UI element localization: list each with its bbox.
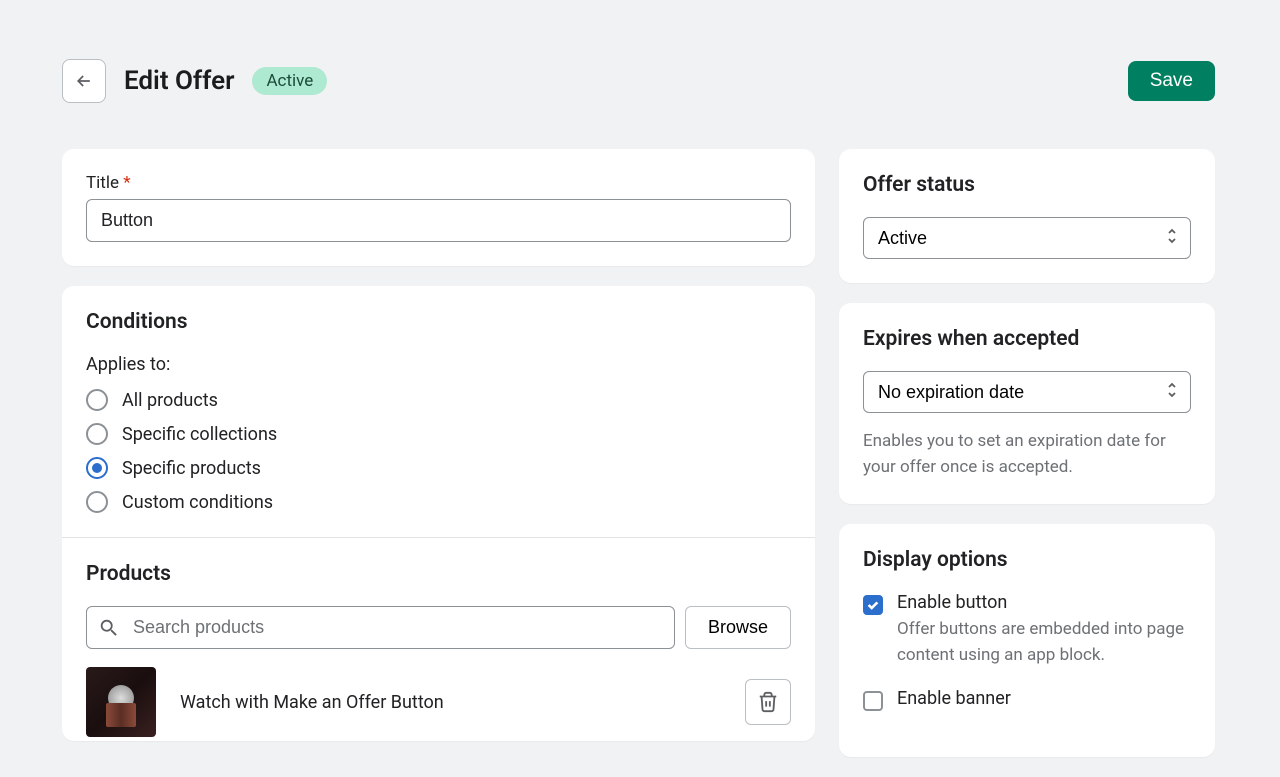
- product-name: Watch with Make an Offer Button: [180, 692, 721, 713]
- status-badge: Active: [252, 67, 327, 95]
- enable-button-desc: Offer buttons are embedded into page con…: [897, 617, 1191, 668]
- browse-button[interactable]: Browse: [685, 606, 791, 649]
- status-select[interactable]: Active: [863, 217, 1191, 259]
- required-asterisk: *: [123, 173, 130, 193]
- enable-button-label: Enable button: [897, 592, 1191, 613]
- product-row: Watch with Make an Offer Button: [62, 667, 815, 741]
- enable-button-option[interactable]: Enable button Offer buttons are embedded…: [863, 592, 1191, 668]
- search-icon: [98, 617, 120, 639]
- products-heading: Products: [86, 562, 791, 586]
- save-button[interactable]: Save: [1128, 61, 1215, 101]
- radio-custom-conditions[interactable]: Custom conditions: [86, 491, 791, 513]
- display-options-card: Display options Enable button Offer butt…: [839, 524, 1215, 757]
- expiration-card: Expires when accepted No expiration date…: [839, 303, 1215, 504]
- page-header: Edit Offer Active Save: [62, 59, 1215, 103]
- enable-banner-label: Enable banner: [897, 688, 1191, 709]
- radio-icon: [86, 389, 108, 411]
- checkbox-unchecked-icon: [863, 691, 883, 711]
- expiration-help-text: Enables you to set an expiration date fo…: [863, 429, 1191, 480]
- offer-status-card: Offer status Active: [839, 149, 1215, 283]
- back-button[interactable]: [62, 59, 106, 103]
- conditions-card: Conditions Applies to: All products Spec…: [62, 286, 815, 741]
- title-label: Title *: [86, 173, 791, 193]
- title-input[interactable]: [86, 199, 791, 242]
- expiration-heading: Expires when accepted: [863, 327, 1191, 351]
- expiration-select[interactable]: No expiration date: [863, 371, 1191, 413]
- conditions-heading: Conditions: [86, 310, 791, 334]
- page-title: Edit Offer: [124, 66, 234, 96]
- arrow-left-icon: [74, 71, 94, 91]
- radio-all-products[interactable]: All products: [86, 389, 791, 411]
- offer-status-heading: Offer status: [863, 173, 1191, 197]
- title-card: Title *: [62, 149, 815, 266]
- product-search-input[interactable]: [86, 606, 675, 649]
- radio-icon: [86, 423, 108, 445]
- delete-product-button[interactable]: [745, 679, 791, 725]
- radio-icon: [86, 457, 108, 479]
- radio-specific-products[interactable]: Specific products: [86, 457, 791, 479]
- radio-icon: [86, 491, 108, 513]
- product-thumbnail: [86, 667, 156, 737]
- trash-icon: [757, 691, 779, 713]
- applies-to-label: Applies to:: [86, 354, 791, 375]
- checkbox-checked-icon: [863, 595, 883, 615]
- display-heading: Display options: [863, 548, 1191, 572]
- enable-banner-option[interactable]: Enable banner: [863, 688, 1191, 713]
- radio-specific-collections[interactable]: Specific collections: [86, 423, 791, 445]
